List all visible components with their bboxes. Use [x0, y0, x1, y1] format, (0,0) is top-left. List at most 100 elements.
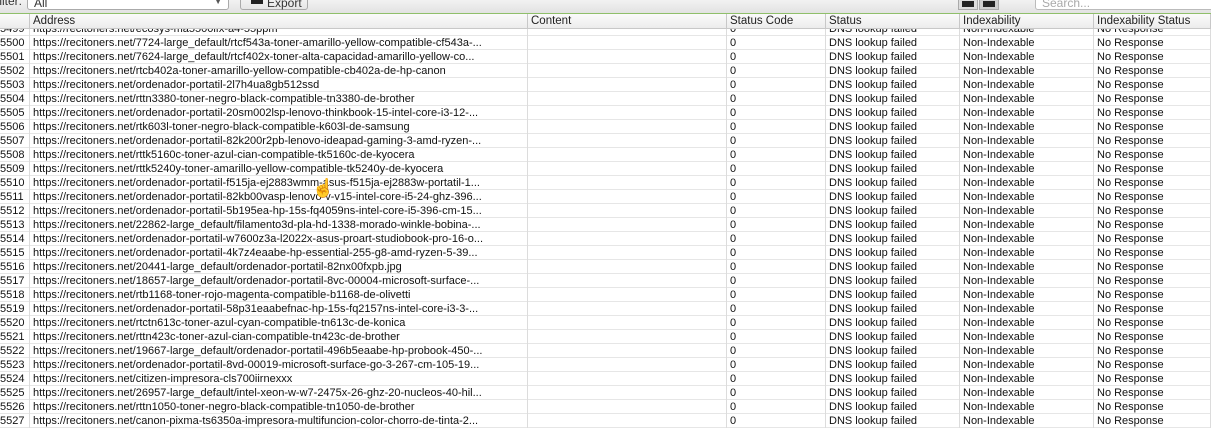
filter-select[interactable]: All ▼ [27, 0, 229, 10]
table-row[interactable]: 5513 https://recitoners.net/22862-large_d… [0, 218, 1211, 232]
cell-content [528, 260, 727, 274]
table-row[interactable]: 5524 https://recitoners.net/citizen-impre… [0, 372, 1211, 386]
table-row[interactable]: 5514 https://recitoners.net/ordenador-por… [0, 232, 1211, 246]
cell-content [528, 50, 727, 64]
table-row[interactable]: 5500 https://recitoners.net/7724-large_de… [0, 36, 1211, 50]
cell-status-code: 0 [727, 246, 826, 260]
table-row[interactable]: 5499 https://recitoners.net/ecosys-ma5500… [0, 29, 1211, 36]
cell-address: https://recitoners.net/ordenador-portati… [30, 78, 528, 92]
table-row[interactable]: 5527 https://recitoners.net/canon-pixma-t… [0, 414, 1211, 428]
header-content[interactable]: Content [528, 14, 727, 29]
cell-status-code: 0 [727, 50, 826, 64]
cell-status-code: 0 [727, 400, 826, 414]
cell-row-number: 5519 [0, 302, 30, 316]
table-row[interactable]: 5502 https://recitoners.net/rtcb402a-tone… [0, 64, 1211, 78]
cell-status: DNS lookup failed [826, 316, 960, 330]
table-row[interactable]: 5516 https://recitoners.net/20441-large_d… [0, 260, 1211, 274]
cell-indexability: Non-Indexable [960, 218, 1094, 232]
table-row[interactable]: 5521 https://recitoners.net/rttn423c-tone… [0, 330, 1211, 344]
header-row-number[interactable] [0, 14, 30, 29]
table-row[interactable]: 5504 https://recitoners.net/rttn3380-tone… [0, 92, 1211, 106]
cell-indexability: Non-Indexable [960, 134, 1094, 148]
list-view-button[interactable] [979, 0, 999, 10]
cell-status-code: 0 [727, 36, 826, 50]
cell-content [528, 288, 727, 302]
table-row[interactable]: 5522 https://recitoners.net/19667-large_d… [0, 344, 1211, 358]
cell-row-number: 5521 [0, 330, 30, 344]
cell-indexability-status: No Response [1094, 50, 1211, 64]
header-status[interactable]: Status [826, 14, 960, 29]
cell-indexability-status: No Response [1094, 232, 1211, 246]
cell-status: DNS lookup failed [826, 190, 960, 204]
cell-status: DNS lookup failed [826, 36, 960, 50]
cell-indexability: Non-Indexable [960, 316, 1094, 330]
cell-status: DNS lookup failed [826, 92, 960, 106]
table-row[interactable]: 5501 https://recitoners.net/7624-large_de… [0, 50, 1211, 64]
cell-indexability: Non-Indexable [960, 232, 1094, 246]
table-row[interactable]: 5520 https://recitoners.net/rtctn613c-ton… [0, 316, 1211, 330]
table-row[interactable]: 5512 https://recitoners.net/ordenador-por… [0, 204, 1211, 218]
cell-status: DNS lookup failed [826, 134, 960, 148]
search-input[interactable]: Search... [1035, 0, 1211, 10]
header-address[interactable]: Address [30, 14, 528, 29]
cell-address: https://recitoners.net/22862-large_defau… [30, 218, 528, 232]
cell-status: DNS lookup failed [826, 50, 960, 64]
cell-indexability-status: No Response [1094, 358, 1211, 372]
cell-row-number: 5499 [0, 29, 30, 36]
cell-indexability-status: No Response [1094, 148, 1211, 162]
table-row[interactable]: 5508 https://recitoners.net/rttk5160c-ton… [0, 148, 1211, 162]
table-row[interactable]: 5505 https://recitoners.net/ordenador-por… [0, 106, 1211, 120]
cell-indexability-status: No Response [1094, 204, 1211, 218]
cell-row-number: 5508 [0, 148, 30, 162]
cell-address: https://recitoners.net/rttn3380-toner-ne… [30, 92, 528, 106]
cell-indexability: Non-Indexable [960, 106, 1094, 120]
cell-status: DNS lookup failed [826, 176, 960, 190]
header-status-code[interactable]: Status Code [727, 14, 826, 29]
table-row[interactable]: 5510 https://recitoners.net/ordenador-por… [0, 176, 1211, 190]
table-row[interactable]: 5509 https://recitoners.net/rttk5240y-ton… [0, 162, 1211, 176]
export-button[interactable]: Export [240, 0, 308, 10]
cell-address: https://recitoners.net/rttk5160c-toner-a… [30, 148, 528, 162]
cell-row-number: 5523 [0, 358, 30, 372]
cell-indexability: Non-Indexable [960, 302, 1094, 316]
table-row[interactable]: 5517 https://recitoners.net/18657-large_d… [0, 274, 1211, 288]
export-label: Export [267, 0, 302, 10]
cell-row-number: 5502 [0, 64, 30, 78]
cell-indexability-status: No Response [1094, 330, 1211, 344]
cell-content [528, 316, 727, 330]
table-row[interactable]: 5518 https://recitoners.net/rtb1168-toner… [0, 288, 1211, 302]
cell-status-code: 0 [727, 372, 826, 386]
header-indexability-status[interactable]: Indexability Status [1094, 14, 1211, 29]
cell-indexability-status: No Response [1094, 36, 1211, 50]
table-row[interactable]: 5515 https://recitoners.net/ordenador-por… [0, 246, 1211, 260]
cell-address: https://recitoners.net/rtb1168-toner-roj… [30, 288, 528, 302]
cell-address: https://recitoners.net/ordenador-portati… [30, 358, 528, 372]
cell-address: https://recitoners.net/rttk5240y-toner-a… [30, 162, 528, 176]
cell-address: https://recitoners.net/ordenador-portati… [30, 232, 528, 246]
table-row[interactable]: 5525 https://recitoners.net/26957-large_d… [0, 386, 1211, 400]
header-indexability[interactable]: Indexability [960, 14, 1094, 29]
cell-status: DNS lookup failed [826, 232, 960, 246]
table-row[interactable]: 5519 https://recitoners.net/ordenador-por… [0, 302, 1211, 316]
cell-status: DNS lookup failed [826, 344, 960, 358]
cell-indexability: Non-Indexable [960, 29, 1094, 36]
tree-view-button[interactable] [958, 0, 978, 10]
cell-status-code: 0 [727, 190, 826, 204]
cell-status: DNS lookup failed [826, 204, 960, 218]
cell-address: https://recitoners.net/ordenador-portati… [30, 204, 528, 218]
cell-content [528, 36, 727, 50]
cell-indexability: Non-Indexable [960, 162, 1094, 176]
cell-content [528, 232, 727, 246]
cell-row-number: 5513 [0, 218, 30, 232]
table-row[interactable]: 5507 https://recitoners.net/ordenador-por… [0, 134, 1211, 148]
cell-row-number: 5500 [0, 36, 30, 50]
cell-indexability-status: No Response [1094, 344, 1211, 358]
cell-status-code: 0 [727, 120, 826, 134]
table-row[interactable]: 5523 https://recitoners.net/ordenador-por… [0, 358, 1211, 372]
table-row[interactable]: 5511 https://recitoners.net/ordenador-por… [0, 190, 1211, 204]
cell-indexability: Non-Indexable [960, 92, 1094, 106]
table-row[interactable]: 5506 https://recitoners.net/rtk603l-toner… [0, 120, 1211, 134]
cell-row-number: 5514 [0, 232, 30, 246]
table-row[interactable]: 5526 https://recitoners.net/rttn1050-tone… [0, 400, 1211, 414]
table-row[interactable]: 5503 https://recitoners.net/ordenador-por… [0, 78, 1211, 92]
